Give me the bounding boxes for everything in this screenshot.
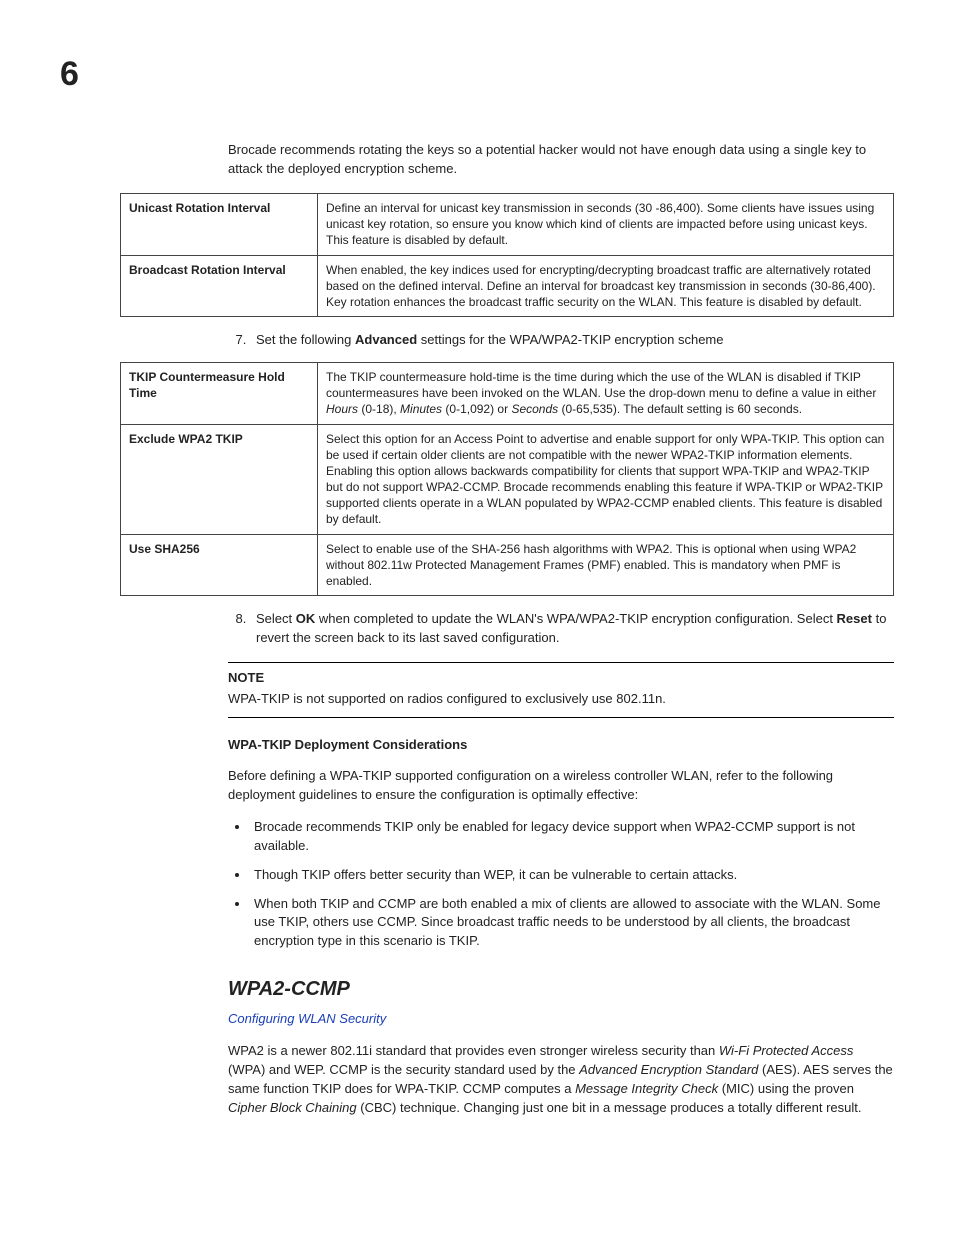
table-row: Exclude WPA2 TKIP Select this option for… — [121, 424, 894, 534]
chapter-number: 6 — [60, 50, 894, 99]
param-label: Broadcast Rotation Interval — [121, 255, 318, 317]
intro-paragraph: Brocade recommends rotating the keys so … — [228, 141, 894, 179]
advanced-settings-table: TKIP Countermeasure Hold Time The TKIP c… — [120, 362, 894, 596]
param-desc: Define an interval for unicast key trans… — [318, 193, 894, 255]
table-row: Use SHA256 Select to enable use of the S… — [121, 534, 894, 596]
param-label: Unicast Rotation Interval — [121, 193, 318, 255]
step-7: Set the following Advanced settings for … — [250, 331, 894, 350]
param-desc: Select this option for an Access Point t… — [318, 424, 894, 534]
section-title: WPA2-CCMP — [228, 975, 894, 1004]
param-label: Exclude WPA2 TKIP — [121, 424, 318, 534]
deployment-bullets: Brocade recommends TKIP only be enabled … — [228, 818, 894, 951]
param-desc: When enabled, the key indices used for e… — [318, 255, 894, 317]
list-item: Brocade recommends TKIP only be enabled … — [250, 818, 894, 856]
section-paragraph: WPA2 is a newer 802.11i standard that pr… — [228, 1042, 894, 1117]
table-row: Broadcast Rotation Interval When enabled… — [121, 255, 894, 317]
step-8: Select OK when completed to update the W… — [250, 610, 894, 648]
table-row: TKIP Countermeasure Hold Time The TKIP c… — [121, 362, 894, 424]
deployment-intro: Before defining a WPA-TKIP supported con… — [228, 767, 894, 805]
section-link[interactable]: Configuring WLAN Security — [228, 1010, 894, 1029]
step-list: Select OK when completed to update the W… — [228, 610, 894, 648]
list-item: When both TKIP and CCMP are both enabled… — [250, 895, 894, 952]
step-list: Set the following Advanced settings for … — [228, 331, 894, 350]
note-label: NOTE — [228, 669, 894, 688]
deployment-heading: WPA-TKIP Deployment Considerations — [228, 736, 894, 755]
param-desc: The TKIP countermeasure hold-time is the… — [318, 362, 894, 424]
param-label: Use SHA256 — [121, 534, 318, 596]
param-desc: Select to enable use of the SHA-256 hash… — [318, 534, 894, 596]
rotation-interval-table: Unicast Rotation Interval Define an inte… — [120, 193, 894, 317]
note-block: NOTE WPA-TKIP is not supported on radios… — [228, 662, 894, 718]
param-label: TKIP Countermeasure Hold Time — [121, 362, 318, 424]
table-row: Unicast Rotation Interval Define an inte… — [121, 193, 894, 255]
note-text: WPA-TKIP is not supported on radios conf… — [228, 691, 666, 706]
list-item: Though TKIP offers better security than … — [250, 866, 894, 885]
